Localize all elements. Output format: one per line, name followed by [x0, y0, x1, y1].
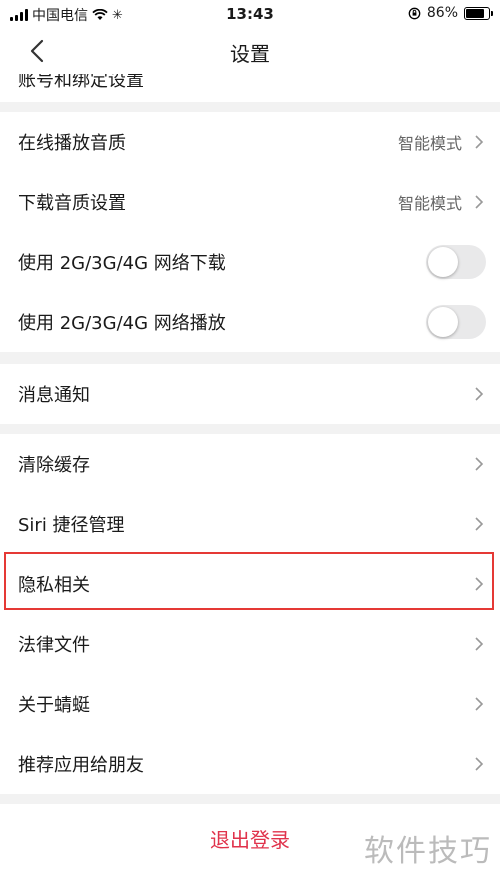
setting-recommend[interactable]: 推荐应用给朋友 — [0, 734, 500, 794]
chevron-right-icon — [475, 195, 484, 209]
setting-online-quality[interactable]: 在线播放音质 智能模式 — [0, 112, 500, 172]
setting-label: 下载音质设置 — [18, 193, 126, 214]
setting-notifications[interactable]: 消息通知 — [0, 364, 500, 424]
orientation-lock-icon — [408, 7, 421, 19]
setting-label: 使用 2G/3G/4G 网络播放 — [18, 313, 226, 334]
setting-label: 关于蜻蜓 — [18, 695, 90, 716]
setting-value: 智能模式 — [397, 134, 462, 153]
setting-label: 消息通知 — [18, 385, 90, 406]
chevron-right-icon — [475, 387, 484, 401]
status-right: 86% — [408, 5, 493, 21]
settings-group-misc: 清除缓存 Siri 捷径管理 隐私相关 法律文件 关于蜻蜓 推荐应用给朋友 — [0, 434, 500, 794]
setting-cellular-download: 使用 2G/3G/4G 网络下载 — [0, 232, 500, 292]
setting-label: 法律文件 — [18, 635, 90, 656]
setting-label: 清除缓存 — [18, 455, 90, 476]
chevron-right-icon — [475, 697, 484, 711]
chevron-right-icon — [475, 637, 484, 651]
battery-icon — [464, 6, 493, 20]
setting-about[interactable]: 关于蜻蜓 — [0, 674, 500, 734]
toggle-knob — [428, 247, 458, 277]
battery-percent: 86% — [426, 5, 458, 21]
cellular-download-toggle[interactable] — [426, 245, 486, 279]
highlight-box — [4, 552, 494, 610]
chevron-right-icon — [475, 135, 484, 149]
setting-label: 推荐应用给朋友 — [18, 755, 144, 776]
setting-cellular-play: 使用 2G/3G/4G 网络播放 — [0, 292, 500, 352]
setting-legal[interactable]: 法律文件 — [0, 614, 500, 674]
toggle-knob — [428, 307, 458, 337]
nav-bar: 设置 — [0, 28, 500, 74]
chevron-right-icon — [475, 757, 484, 771]
chevron-right-icon — [475, 457, 484, 471]
setting-clear-cache[interactable]: 清除缓存 — [0, 434, 500, 494]
settings-group-audio: 在线播放音质 智能模式 下载音质设置 智能模式 使用 2G/3G/4G 网络下载… — [0, 112, 500, 352]
settings-group-notify: 消息通知 — [0, 364, 500, 424]
setting-label: 使用 2G/3G/4G 网络下载 — [18, 253, 226, 274]
setting-siri-shortcuts[interactable]: Siri 捷径管理 — [0, 494, 500, 554]
page-title: 设置 — [230, 42, 270, 66]
list-item-label: 账号和绑定设置 — [18, 74, 144, 91]
setting-label: 在线播放音质 — [18, 133, 126, 154]
setting-value: 智能模式 — [397, 194, 462, 213]
watermark: 软件技巧 — [364, 826, 492, 870]
cellular-play-toggle[interactable] — [426, 305, 486, 339]
setting-download-quality[interactable]: 下载音质设置 智能模式 — [0, 172, 500, 232]
status-bar: 中国电信 ✳ 13:43 86% — [0, 0, 500, 28]
chevron-right-icon — [475, 517, 484, 531]
setting-label: Siri 捷径管理 — [18, 515, 125, 536]
list-item-account[interactable]: 账号和绑定设置 — [0, 74, 500, 102]
